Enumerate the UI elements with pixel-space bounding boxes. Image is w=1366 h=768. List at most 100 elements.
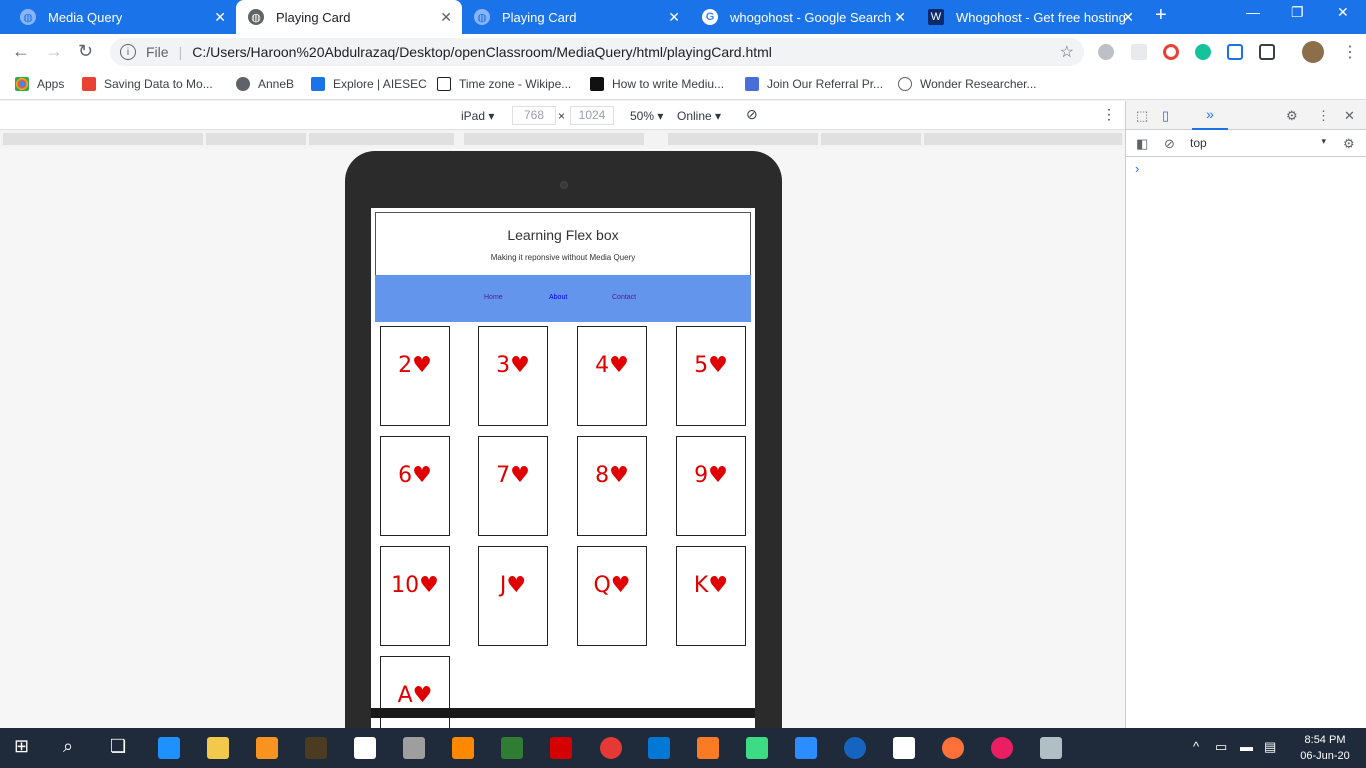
firefox-icon[interactable] bbox=[942, 737, 964, 759]
width-input[interactable]: 768 bbox=[512, 106, 556, 125]
devtools-menu-icon[interactable]: ⋮ bbox=[1317, 108, 1330, 124]
clear-console-icon[interactable]: ⊘ bbox=[1164, 136, 1175, 152]
app-icon[interactable] bbox=[403, 737, 425, 759]
device-select[interactable]: iPad ▾ bbox=[461, 109, 494, 123]
network-icon[interactable]: ▭ bbox=[1215, 739, 1227, 755]
info-icon[interactable]: i bbox=[120, 44, 136, 60]
tab-google-search[interactable]: G whogohost - Google Search ✕ bbox=[690, 0, 916, 34]
ruler-segment[interactable] bbox=[464, 133, 644, 145]
bookmark-item[interactable]: How to write Mediu... bbox=[590, 77, 724, 91]
reload-icon[interactable]: ↻ bbox=[78, 41, 93, 62]
bookmark-apps[interactable]: Apps bbox=[15, 77, 64, 91]
windows-start-icon[interactable]: ⊞ bbox=[14, 736, 29, 757]
nav-link-home[interactable]: Home bbox=[484, 294, 503, 301]
bookmark-item[interactable]: Join Our Referral Pr... bbox=[745, 77, 883, 91]
ruler-segment[interactable] bbox=[3, 133, 203, 145]
tab-media-query[interactable]: ◍ Media Query ✕ bbox=[8, 0, 236, 34]
system-clock[interactable]: 8:54 PM 06-Jun-20 bbox=[1290, 732, 1360, 764]
address-bar[interactable]: i File | C:/Users/Haroon%20Abdulrazaq/De… bbox=[110, 38, 1084, 66]
extension-icon[interactable] bbox=[1131, 44, 1147, 60]
console-prompt[interactable]: › bbox=[1135, 161, 1139, 176]
height-input[interactable]: 1024 bbox=[570, 106, 614, 125]
zoom-icon[interactable] bbox=[795, 737, 817, 759]
more-tabs-icon[interactable]: » bbox=[1192, 101, 1228, 130]
zoom-select[interactable]: 50% ▾ bbox=[630, 109, 663, 123]
ruler-segment[interactable] bbox=[668, 133, 818, 145]
bookmark-item[interactable]: Explore | AIESEC bbox=[311, 77, 427, 91]
chrome-icon[interactable] bbox=[600, 737, 622, 759]
url-separator: | bbox=[178, 44, 183, 60]
bookmark-label: Explore | AIESEC bbox=[333, 77, 427, 91]
context-select[interactable]: top ▾ bbox=[1190, 136, 1326, 150]
card-label: 3♥ bbox=[496, 353, 530, 378]
nav-link-about[interactable]: About bbox=[549, 294, 567, 301]
ruler-segment[interactable] bbox=[924, 133, 1122, 145]
search-icon[interactable]: ⌕ bbox=[63, 736, 73, 757]
xampp-icon[interactable] bbox=[697, 737, 719, 759]
edge-icon[interactable] bbox=[158, 737, 180, 759]
close-icon[interactable]: ✕ bbox=[214, 9, 226, 26]
back-arrow-icon[interactable]: ← bbox=[12, 41, 30, 62]
bookmark-item[interactable]: Time zone - Wikipe... bbox=[437, 77, 571, 91]
tab-playing-card[interactable]: ◍ Playing Card ✕ bbox=[462, 0, 690, 34]
close-icon[interactable]: ✕ bbox=[668, 9, 680, 26]
ruler-segment[interactable] bbox=[206, 133, 306, 145]
minimize-button[interactable]: — bbox=[1246, 4, 1260, 20]
nav-link-contact[interactable]: Contact bbox=[612, 294, 636, 301]
ruler-segment[interactable] bbox=[821, 133, 921, 145]
sublime-icon[interactable] bbox=[305, 737, 327, 759]
app-icon[interactable] bbox=[746, 737, 768, 759]
network-select[interactable]: Online ▾ bbox=[677, 109, 721, 123]
inspect-element-icon[interactable]: ⬚ bbox=[1136, 108, 1148, 124]
slack-icon[interactable] bbox=[893, 737, 915, 759]
bookmark-star-icon[interactable]: ☆ bbox=[1060, 42, 1074, 62]
app-icon[interactable] bbox=[501, 737, 523, 759]
acrobat-icon[interactable] bbox=[550, 737, 572, 759]
vscode-icon[interactable] bbox=[648, 737, 670, 759]
close-icon[interactable]: ✕ bbox=[1344, 108, 1355, 124]
avatar[interactable] bbox=[1302, 41, 1324, 63]
vlc-icon[interactable] bbox=[452, 737, 474, 759]
file-explorer-icon[interactable] bbox=[207, 737, 229, 759]
grammarly-icon[interactable] bbox=[1195, 44, 1211, 60]
app-icon[interactable] bbox=[256, 737, 278, 759]
notification-icon[interactable]: ▤ bbox=[1264, 739, 1276, 755]
close-window-button[interactable]: ✕ bbox=[1337, 4, 1349, 21]
device-more-icon[interactable]: ⋮ bbox=[1102, 106, 1116, 123]
close-icon[interactable]: ✕ bbox=[1122, 9, 1134, 26]
new-tab-button[interactable]: + bbox=[1155, 4, 1167, 27]
bookmark-item[interactable]: AnneB bbox=[236, 77, 294, 91]
chevron-up-icon[interactable]: ^ bbox=[1193, 739, 1199, 754]
globe-icon: ◍ bbox=[20, 9, 36, 25]
media-player-icon[interactable] bbox=[991, 737, 1013, 759]
rotate-icon[interactable]: ⊘ bbox=[746, 106, 758, 123]
extension-icon[interactable] bbox=[1098, 44, 1114, 60]
maximize-button[interactable]: ❐ bbox=[1291, 4, 1304, 21]
battery-icon[interactable]: ▬ bbox=[1240, 739, 1253, 754]
more-menu-icon[interactable]: ⋮ bbox=[1342, 42, 1358, 62]
sidebar-toggle-icon[interactable]: ◧ bbox=[1136, 136, 1148, 152]
extension-icon[interactable] bbox=[1163, 44, 1179, 60]
extension-icon[interactable] bbox=[1259, 44, 1275, 60]
console-settings-gear-icon[interactable]: ⚙ bbox=[1343, 136, 1355, 152]
bookmark-label: Wonder Researcher... bbox=[920, 77, 1037, 91]
extension-icon[interactable] bbox=[1227, 44, 1243, 60]
store-icon[interactable] bbox=[354, 737, 376, 759]
task-view-icon[interactable]: ❏ bbox=[110, 736, 126, 757]
close-icon[interactable]: ✕ bbox=[894, 9, 906, 26]
clock-time: 8:54 PM bbox=[1304, 734, 1346, 746]
forward-arrow-icon[interactable]: → bbox=[45, 41, 63, 62]
globe-icon[interactable] bbox=[844, 737, 866, 759]
bookmark-item[interactable]: Saving Data to Mo... bbox=[82, 77, 213, 91]
app-icon[interactable] bbox=[1040, 737, 1062, 759]
bookmark-item[interactable]: Wonder Researcher... bbox=[898, 77, 1037, 91]
tab-whogohost[interactable]: W Whogohost - Get free hosting ✕ bbox=[916, 0, 1144, 34]
bookmark-label: Apps bbox=[37, 77, 65, 91]
ruler-segment[interactable] bbox=[309, 133, 454, 145]
url-text[interactable]: C:/Users/Haroon%20Abdulrazaq/Desktop/ope… bbox=[192, 44, 772, 60]
close-icon[interactable]: ✕ bbox=[440, 9, 452, 26]
device-toggle-icon[interactable]: ▯ bbox=[1162, 108, 1169, 124]
settings-gear-icon[interactable]: ⚙ bbox=[1286, 108, 1298, 124]
tab-playing-card-active[interactable]: ◍ Playing Card ✕ bbox=[236, 0, 462, 34]
bookmark-label: Join Our Referral Pr... bbox=[767, 77, 884, 91]
